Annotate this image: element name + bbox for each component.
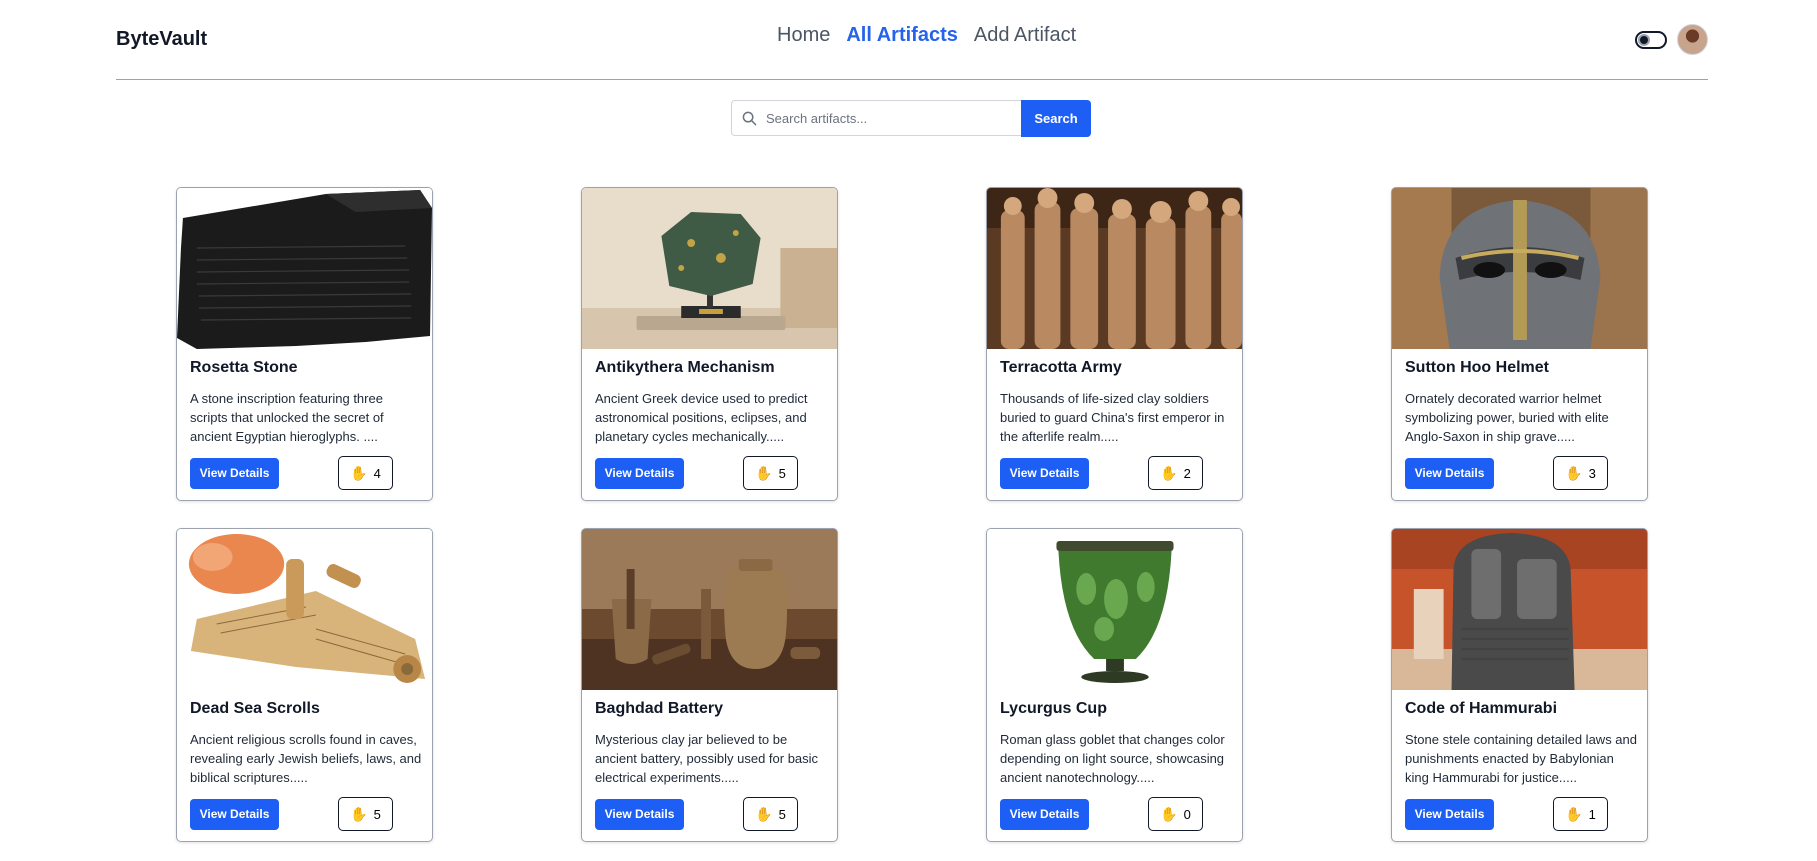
view-details-button[interactable]: View Details	[1000, 457, 1089, 489]
like-count: 0	[1183, 806, 1191, 822]
search-box	[731, 100, 1021, 136]
search-button[interactable]: Search	[1021, 100, 1091, 137]
artifact-description: Stone stele containing detailed laws and…	[1405, 732, 1637, 785]
card-body: Antikythera Mechanism Ancient Greek devi…	[582, 349, 837, 447]
card-footer: View Details ✋ 1	[1405, 797, 1608, 831]
like-button[interactable]: ✋ 5	[338, 797, 393, 831]
artifact-image	[177, 529, 432, 690]
hand-icon: ✋	[1160, 465, 1178, 481]
like-count: 5	[778, 806, 786, 822]
artifact-title: Sutton Hoo Helmet	[1405, 359, 1549, 376]
artifact-image	[987, 529, 1242, 690]
artifact-description: Ancient religious scrolls found in caves…	[190, 732, 422, 785]
like-button[interactable]: ✋ 3	[1553, 456, 1608, 490]
card-footer: View Details ✋ 4	[190, 456, 393, 490]
toggle-knob	[1638, 33, 1650, 46]
artifact-title: Dead Sea Scrolls	[190, 700, 320, 717]
search-input[interactable]	[766, 110, 1006, 126]
nav-link-add-artifact[interactable]: Add Artifact	[974, 24, 1076, 47]
hand-icon: ✋	[1160, 806, 1178, 822]
artifact-title: Antikythera Mechanism	[595, 359, 775, 376]
like-count: 3	[1588, 465, 1596, 481]
hand-icon: ✋	[755, 465, 773, 481]
search-bar: Search	[731, 100, 1091, 137]
like-count: 4	[373, 465, 381, 481]
avatar[interactable]	[1677, 24, 1708, 55]
card-footer: View Details ✋ 3	[1405, 456, 1608, 490]
navbar: ByteVault Home All Artifacts Add Artifac…	[116, 0, 1708, 80]
like-count: 5	[373, 806, 381, 822]
like-button[interactable]: ✋ 4	[338, 456, 393, 490]
artifact-description: Thousands of life-sized clay soldiers bu…	[1000, 391, 1225, 444]
artifact-description: Mysterious clay jar believed to be ancie…	[595, 732, 819, 785]
card-body: Sutton Hoo Helmet Ornately decorated war…	[1392, 349, 1647, 447]
like-button[interactable]: ✋ 5	[743, 456, 798, 490]
hand-icon: ✋	[1565, 465, 1583, 481]
card-footer: View Details ✋ 5	[190, 797, 393, 831]
view-details-button[interactable]: View Details	[1405, 457, 1494, 489]
artifact-card: Rosetta Stone A stone inscription featur…	[176, 187, 433, 501]
artifact-image	[177, 188, 432, 349]
card-body: Baghdad Battery Mysterious clay jar beli…	[582, 690, 837, 788]
search-icon	[742, 111, 757, 125]
view-details-button[interactable]: View Details	[595, 457, 684, 489]
card-body: Dead Sea Scrolls Ancient religious scrol…	[177, 690, 432, 788]
theme-toggle[interactable]	[1635, 30, 1667, 49]
artifact-image	[1392, 188, 1647, 349]
card-body: Rosetta Stone A stone inscription featur…	[177, 349, 432, 447]
artifact-card: Baghdad Battery Mysterious clay jar beli…	[581, 528, 838, 842]
card-footer: View Details ✋ 5	[595, 456, 798, 490]
nav-link-home[interactable]: Home	[777, 24, 830, 47]
like-button[interactable]: ✋ 5	[743, 797, 798, 831]
view-details-button[interactable]: View Details	[1405, 798, 1494, 830]
artifact-card: Dead Sea Scrolls Ancient religious scrol…	[176, 528, 433, 842]
artifact-image	[582, 529, 837, 690]
nav-actions	[1635, 24, 1708, 55]
like-count: 1	[1588, 806, 1596, 822]
artifact-description: Roman glass goblet that changes color de…	[1000, 732, 1225, 785]
artifact-description: Ancient Greek device used to predict ast…	[595, 391, 808, 444]
artifact-card: Terracotta Army Thousands of life-sized …	[986, 187, 1243, 501]
artifact-title: Lycurgus Cup	[1000, 700, 1107, 717]
view-details-button[interactable]: View Details	[190, 457, 279, 489]
hand-icon: ✋	[755, 806, 773, 822]
card-footer: View Details ✋ 2	[1000, 456, 1203, 490]
hand-icon: ✋	[1565, 806, 1583, 822]
like-button[interactable]: ✋ 1	[1553, 797, 1608, 831]
artifact-card: Antikythera Mechanism Ancient Greek devi…	[581, 187, 838, 501]
hand-icon: ✋	[350, 465, 368, 481]
artifact-card: Sutton Hoo Helmet Ornately decorated war…	[1391, 187, 1648, 501]
artifact-description: A stone inscription featuring three scri…	[190, 391, 384, 444]
view-details-button[interactable]: View Details	[190, 798, 279, 830]
artifact-image	[987, 188, 1242, 349]
brand-logo[interactable]: ByteVault	[116, 28, 207, 51]
like-button[interactable]: ✋ 2	[1148, 456, 1203, 490]
nav-links: Home All Artifacts Add Artifact	[777, 24, 1076, 47]
card-footer: View Details ✋ 0	[1000, 797, 1203, 831]
like-count: 5	[778, 465, 786, 481]
artifact-title: Rosetta Stone	[190, 359, 298, 376]
like-count: 2	[1183, 465, 1191, 481]
artifact-title: Terracotta Army	[1000, 359, 1122, 376]
hand-icon: ✋	[350, 806, 368, 822]
artifact-image	[582, 188, 837, 349]
artifact-description: Ornately decorated warrior helmet symbol…	[1405, 391, 1609, 444]
view-details-button[interactable]: View Details	[1000, 798, 1089, 830]
artifact-card: Lycurgus Cup Roman glass goblet that cha…	[986, 528, 1243, 842]
like-button[interactable]: ✋ 0	[1148, 797, 1203, 831]
artifact-grid: Rosetta Stone A stone inscription featur…	[176, 187, 1648, 842]
view-details-button[interactable]: View Details	[595, 798, 684, 830]
artifact-image	[1392, 529, 1647, 690]
card-body: Code of Hammurabi Stone stele containing…	[1392, 690, 1647, 788]
card-footer: View Details ✋ 5	[595, 797, 798, 831]
artifact-title: Baghdad Battery	[595, 700, 724, 717]
card-body: Lycurgus Cup Roman glass goblet that cha…	[987, 690, 1242, 788]
card-body: Terracotta Army Thousands of life-sized …	[987, 349, 1242, 447]
nav-link-all-artifacts[interactable]: All Artifacts	[846, 24, 958, 47]
artifact-title: Code of Hammurabi	[1405, 700, 1558, 717]
artifact-card: Code of Hammurabi Stone stele containing…	[1391, 528, 1648, 842]
